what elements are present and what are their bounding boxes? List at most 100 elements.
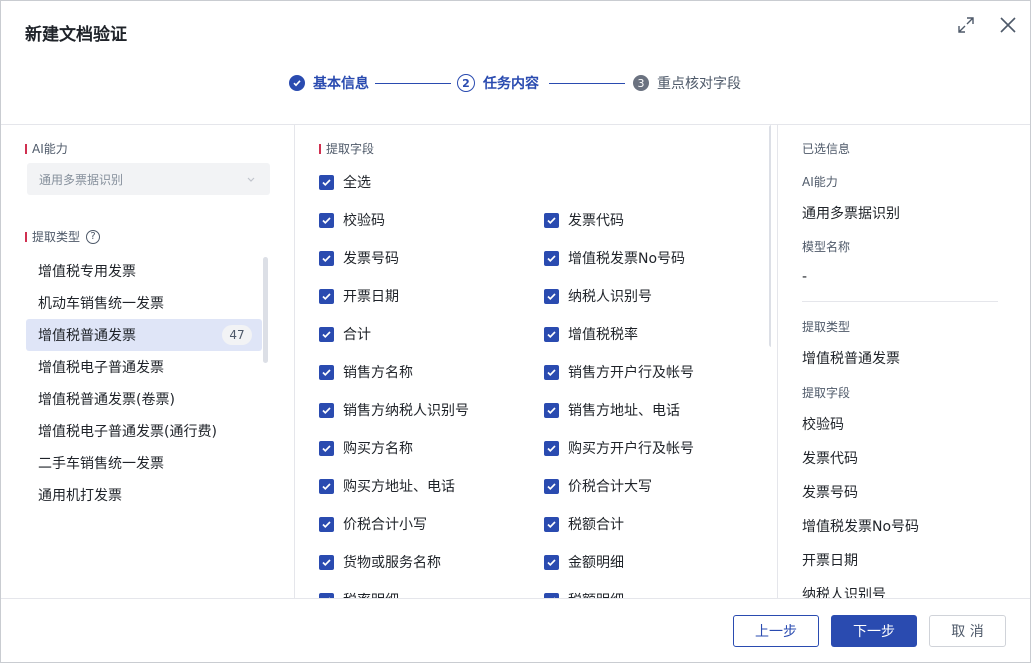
checkbox-label: 校验码: [343, 213, 385, 229]
dialog-title: 新建文档验证: [25, 25, 127, 45]
step-connector: [375, 83, 451, 84]
checkbox-label: 税率明细: [343, 590, 399, 598]
footer-divider: [1, 598, 1030, 599]
field-checkbox[interactable]: 发票号码: [319, 248, 399, 268]
step-key-fields[interactable]: 3 重点核对字段: [633, 71, 741, 95]
required-marker: [25, 143, 27, 154]
type-label: 增值税普通发票(卷票): [38, 392, 175, 408]
checkbox-label: 增值税发票No号码: [568, 251, 686, 267]
checkbox-checked-icon: [544, 326, 559, 342]
type-item-selected[interactable]: 增值税普通发票 47: [26, 319, 262, 351]
field-checkbox[interactable]: 税额合计: [544, 514, 624, 534]
cancel-button[interactable]: 取 消: [929, 615, 1006, 647]
checkbox-label: 销售方名称: [343, 365, 413, 381]
selected-field-item: 校验码: [802, 417, 844, 433]
field-checkbox[interactable]: 金额明细: [544, 552, 624, 572]
field-checkbox[interactable]: 校验码: [319, 210, 385, 230]
type-label: 机动车销售统一发票: [38, 296, 164, 312]
checkbox-checked-icon: [319, 364, 334, 380]
right-model-value: -: [802, 269, 808, 285]
step-number: 3: [633, 75, 649, 91]
field-checkbox[interactable]: 税额明细: [544, 590, 624, 598]
selected-field-item: 发票号码: [802, 485, 858, 501]
right-type-label: 提取类型: [802, 320, 851, 334]
label-text: AI能力: [32, 142, 68, 156]
checkbox-label: 价税合计大写: [568, 479, 652, 495]
right-fields-label: 提取字段: [802, 386, 851, 400]
expand-icon[interactable]: [955, 14, 977, 36]
checkbox-label: 金额明细: [568, 555, 624, 571]
checkbox-checked-icon: [319, 174, 334, 190]
checkbox-label: 销售方开户行及帐号: [568, 365, 694, 381]
right-divider: [802, 301, 998, 302]
ai-capability-label: AI能力: [25, 140, 68, 157]
checkbox-label: 开票日期: [343, 289, 399, 305]
checkbox-checked-icon: [544, 402, 559, 418]
checkbox-label: 发票号码: [343, 251, 399, 267]
field-checkbox[interactable]: 货物或服务名称: [319, 552, 441, 572]
type-item[interactable]: 通用机打发票: [26, 479, 262, 511]
type-item[interactable]: 增值税专用发票: [26, 255, 262, 287]
field-checkbox[interactable]: 购买方地址、电话: [319, 476, 455, 496]
checkbox-checked-icon: [544, 212, 559, 228]
ai-capability-select[interactable]: 通用多票据识别: [27, 163, 270, 195]
checkbox-label: 货物或服务名称: [343, 555, 441, 571]
extract-type-label: 提取类型 ?: [25, 228, 101, 245]
step-number: 2: [457, 74, 475, 92]
field-checkbox[interactable]: 纳税人识别号: [544, 286, 652, 306]
select-value: 通用多票据识别: [39, 172, 124, 187]
checkbox-checked-icon: [544, 288, 559, 304]
field-checkbox[interactable]: 价税合计大写: [544, 476, 652, 496]
select-all-checkbox[interactable]: 全选: [319, 172, 371, 192]
field-checkbox[interactable]: 销售方开户行及帐号: [544, 362, 694, 382]
field-checkbox[interactable]: 增值税税率: [544, 324, 638, 344]
selected-field-item: 开票日期: [802, 553, 858, 569]
selected-info-title: 已选信息: [802, 142, 851, 156]
checkbox-label: 购买方地址、电话: [343, 479, 455, 495]
field-checkbox[interactable]: 合计: [319, 324, 371, 344]
step-basic-info[interactable]: 基本信息: [289, 71, 369, 95]
field-checkbox[interactable]: 价税合计小写: [319, 514, 427, 534]
checkbox-checked-icon: [319, 402, 334, 418]
field-checkbox[interactable]: 发票代码: [544, 210, 624, 230]
close-icon[interactable]: [997, 14, 1019, 36]
checkbox-checked-icon: [319, 326, 334, 342]
fields-scrollbar[interactable]: [769, 125, 771, 347]
type-list-scrollbar[interactable]: [263, 257, 268, 363]
field-checkbox[interactable]: 购买方名称: [319, 438, 413, 458]
required-marker: [25, 231, 27, 242]
field-checkbox[interactable]: 开票日期: [319, 286, 399, 306]
type-item[interactable]: 二手车销售统一发票: [26, 447, 262, 479]
field-checkbox[interactable]: 购买方开户行及帐号: [544, 438, 694, 458]
selected-field-item: 增值税发票No号码: [802, 519, 920, 535]
next-button[interactable]: 下一步: [831, 615, 917, 647]
field-checkbox[interactable]: 销售方名称: [319, 362, 413, 382]
checkbox-label: 增值税税率: [568, 327, 638, 343]
step-connector: [549, 83, 625, 84]
type-item[interactable]: 增值税电子普通发票(通行费): [26, 415, 262, 447]
checkbox-label: 价税合计小写: [343, 517, 427, 533]
type-item[interactable]: 增值税电子普通发票: [26, 351, 262, 383]
prev-button[interactable]: 上一步: [733, 615, 819, 647]
question-circle-icon[interactable]: ?: [86, 229, 101, 244]
checkbox-checked-icon: [319, 478, 334, 494]
selected-info-panel: 已选信息 AI能力 通用多票据识别 模型名称 - 提取类型 增值税普通发票 提取…: [778, 125, 1020, 598]
checkbox-label: 合计: [343, 327, 371, 343]
checkbox-label: 发票代码: [568, 213, 624, 229]
type-item[interactable]: 增值税普通发票(卷票): [26, 383, 262, 415]
field-checkbox[interactable]: 税率明细: [319, 590, 399, 598]
checkbox-checked-icon: [544, 364, 559, 380]
field-checkbox[interactable]: 销售方纳税人识别号: [319, 400, 469, 420]
type-label: 二手车销售统一发票: [38, 456, 164, 472]
checkbox-checked-icon: [319, 440, 334, 456]
step-task-content[interactable]: 2 任务内容: [457, 71, 539, 95]
fields-panel: 提取字段 全选 校验码 发票代码 发票号码 增值税发票No号码 开票日期 纳税人识别号 合计…: [295, 125, 771, 598]
step-label: 任务内容: [483, 76, 539, 92]
type-item[interactable]: 机动车销售统一发票: [26, 287, 262, 319]
type-label: 增值税专用发票: [38, 264, 136, 280]
field-checkbox[interactable]: 销售方地址、电话: [544, 400, 680, 420]
label-text: 提取类型: [32, 230, 81, 244]
field-checkbox[interactable]: 增值税发票No号码: [544, 248, 685, 268]
new-document-validation-dialog: 新建文档验证 基本信息 2 任务内容 3 重点核对字段 AI能力 通用多票据识别…: [0, 0, 1031, 663]
checkbox-checked-icon: [544, 516, 559, 532]
